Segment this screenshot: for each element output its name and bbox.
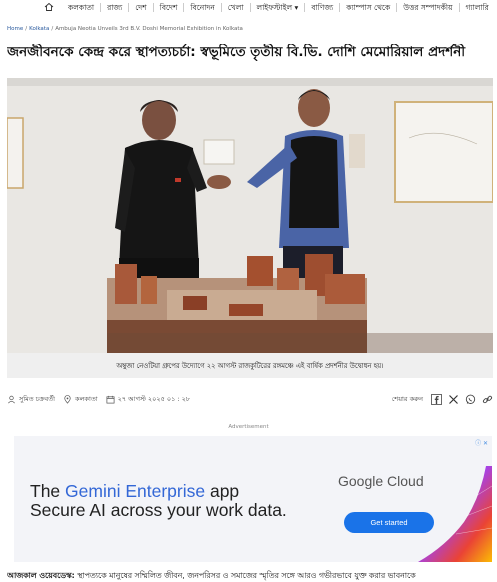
- page-title: জনজীবনকে কেন্দ্র করে স্থাপত্যচর্চা: স্বভ…: [7, 44, 466, 60]
- ad-subline: Secure AI across your work data.: [30, 500, 287, 520]
- ad-headline-prefix: The: [30, 481, 66, 501]
- ad-brand-text: Google Cloud: [338, 473, 424, 489]
- body-lead: আজকাল ওয়েবডেস্ক:: [7, 571, 75, 580]
- copy-link-button[interactable]: [482, 394, 493, 405]
- hero-image: [7, 78, 493, 353]
- whatsapp-icon: [465, 394, 476, 404]
- nav-item-entertainment[interactable]: বিনোদন: [184, 2, 222, 12]
- nav-item-gallery[interactable]: গ্যালারি: [460, 3, 495, 12]
- calendar-icon: [106, 395, 115, 403]
- article-meta: সুমিত চক্রবর্তী কলকাতা ২৭ আগস্ট ২০২৫ ০১ …: [7, 392, 493, 406]
- nav-item-sports[interactable]: খেলা: [222, 2, 251, 12]
- whatsapp-share-button[interactable]: [465, 394, 476, 405]
- ad-headline-accent: Gemini Enterprise: [65, 481, 206, 501]
- author-name[interactable]: সুমিত চক্রবর্তী: [19, 394, 55, 405]
- google-cloud-logo: Google Cloud: [338, 473, 424, 489]
- user-icon: [8, 395, 15, 403]
- nav-item-editorial[interactable]: উত্তর সম্পাদকীয়: [397, 2, 460, 12]
- facebook-icon: [431, 393, 442, 405]
- ad-headline-suffix: app: [205, 481, 240, 501]
- nav-item-state[interactable]: রাজ্য: [101, 2, 130, 12]
- x-icon: [449, 394, 458, 404]
- publish-date: ২৭ আগস্ট ২০২৫ ০১ : ২৮: [106, 394, 191, 405]
- share-label: শেয়ার করুন: [391, 394, 423, 403]
- breadcrumb-current: Ambuja Neotia Unveils 3rd B.V. Doshi Mem…: [55, 26, 243, 32]
- location-name: কলকাতা: [75, 394, 98, 403]
- breadcrumb-section[interactable]: Kolkata: [29, 26, 49, 32]
- image-caption: অম্বুজা নেওটিয়া গ্রুপের উদ্যোগে ২২ আগস্…: [7, 353, 493, 378]
- share-bar: শেয়ার করুন: [391, 393, 493, 405]
- home-icon[interactable]: [44, 2, 54, 12]
- nav-item-world[interactable]: বিদেশ: [154, 2, 185, 12]
- ad-graphic: [418, 466, 492, 562]
- breadcrumb: Home / Kolkata / Ambuja Neotia Unveils 3rd B…: [7, 26, 243, 32]
- link-icon: [482, 395, 493, 403]
- x-share-button[interactable]: [448, 394, 459, 405]
- location: কলকাতা: [63, 394, 98, 405]
- ad-label: Advertisement: [228, 424, 269, 430]
- article-body: আজকাল ওয়েবডেস্ক: স্থাপত্যকে মানুষের সম্…: [7, 570, 497, 582]
- ad-headline: The Gemini Enterprise app: [30, 481, 239, 502]
- author: সুমিত চক্রবর্তী: [7, 394, 55, 405]
- location-pin-icon: [64, 394, 71, 404]
- ad-banner[interactable]: ⓘ ✕ The Gemini Enterprise app Secure AI …: [14, 436, 492, 562]
- adchoices-icon[interactable]: ⓘ ✕: [475, 438, 488, 447]
- breadcrumb-home[interactable]: Home: [7, 26, 23, 32]
- nav-item-lifestyle[interactable]: লাইফস্টাইল ▾: [251, 2, 306, 12]
- body-text: স্থাপত্যকে মানুষের সম্মিলিত জীবন, জনপরিস…: [74, 571, 416, 580]
- nav-item-campus[interactable]: ক্যাম্পাস থেকে: [340, 2, 398, 12]
- facebook-share-button[interactable]: [431, 393, 442, 405]
- top-nav: কলকাতা রাজ্য দেশ বিদেশ বিনোদন খেলা লাইফস…: [0, 0, 497, 14]
- nav-item-business[interactable]: বাণিজ্য: [305, 2, 341, 12]
- nav-item-country[interactable]: দেশ: [129, 2, 154, 12]
- date-text: ২৭ আগস্ট ২০২৫ ০১ : ২৮: [117, 394, 191, 403]
- nav-item-kolkata[interactable]: কলকাতা: [62, 2, 102, 12]
